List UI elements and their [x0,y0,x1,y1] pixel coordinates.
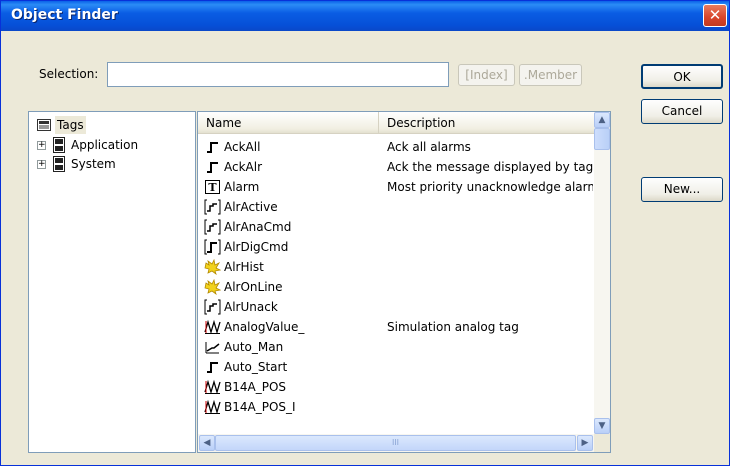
scroll-right-button[interactable]: ▶ [577,435,593,451]
list-item[interactable]: AlrAnaCmd [198,217,594,237]
tag-name: AnalogValue_ [224,320,305,334]
tag-name: AlrDigCmd [224,240,289,254]
close-button[interactable]: ✕ [703,4,727,27]
list-item[interactable]: AlrActive [198,197,594,217]
list-item[interactable]: AnalogValue_ Simulation analog tag [198,317,594,337]
tag-name: Auto_Start [224,360,288,374]
list-item[interactable]: AlrHist [198,257,594,277]
tag-name: Auto_Man [224,340,284,354]
module-icon [53,137,65,153]
new-button[interactable]: New... [641,177,723,202]
chevron-down-icon: ▼ [598,421,606,431]
horizontal-scroll-thumb[interactable]: III [215,435,576,451]
tag-name: AckAlr [224,160,263,174]
tag-description: Most priority unacknowledge alarm [387,180,593,194]
tag-name: AlrUnack [224,300,278,314]
list-item[interactable]: B14A_POS_I [198,397,594,417]
tag-name: AlrOnLine [224,280,283,294]
scroll-left-button[interactable]: ◀ [199,435,215,451]
expand-icon[interactable]: + [37,141,46,150]
vertical-scroll-thumb[interactable] [594,128,610,150]
tag-name: AlrActive [224,200,278,214]
scroll-down-button[interactable]: ▼ [594,418,610,434]
tag-tree[interactable]: Tags + Application + System [28,111,196,453]
tag-name: AckAll [224,140,261,154]
selection-input[interactable] [107,62,449,87]
horizontal-scrollbar[interactable]: ◀ III ▶ [198,434,594,452]
tree-root-label: Tags [55,116,86,134]
tag-folder-icon [37,119,51,131]
title-bar[interactable]: Object Finder ✕ [1,1,729,31]
tag-description: Ack the message displayed by tag ". [387,160,593,174]
tag-list[interactable]: Name Description AckAll Ack all alarms Ack… [197,111,611,453]
chevron-up-icon: ▲ [598,115,606,125]
tag-description: Simulation analog tag [387,320,519,334]
list-item[interactable]: T Alarm Most priority unacknowledge alarm [198,177,594,197]
chevron-right-icon: ▶ [581,438,589,448]
cancel-button[interactable]: Cancel [641,99,723,124]
svg-text:T: T [208,181,217,194]
column-header-description[interactable]: Description [378,112,594,134]
list-item[interactable]: Auto_Man [198,337,594,357]
list-item[interactable]: AckAll Ack all alarms [198,137,594,157]
object-finder-window: Object Finder ✕ Selection: [Index] .Memb… [0,0,730,466]
selection-label: Selection: [39,67,99,81]
tag-name: B14A_POS_I [224,400,296,414]
list-item[interactable]: Auto_Start [198,357,594,377]
close-icon: ✕ [708,6,722,24]
tree-item-label: System [71,157,116,171]
window-title: Object Finder [11,7,118,23]
chevron-left-icon: ◀ [203,438,211,448]
ok-button[interactable]: OK [641,64,723,89]
tag-name: Alarm [224,180,260,194]
expand-icon[interactable]: + [37,160,46,169]
index-button[interactable]: [Index] [458,64,515,86]
list-item[interactable]: AlrUnack [198,297,594,317]
module-icon [53,156,65,172]
tag-name: AlrAnaCmd [224,220,292,234]
list-item[interactable]: AckAlr Ack the message displayed by tag "… [198,157,594,177]
vertical-scrollbar[interactable]: ▲ ▼ [594,112,610,434]
member-button[interactable]: .Member [519,64,582,86]
tag-description: Ack all alarms [387,140,471,154]
grip-icon: III [391,438,400,447]
list-item[interactable]: AlrDigCmd [198,237,594,257]
tree-item-label: Application [71,138,139,152]
list-item[interactable]: AlrOnLine [198,277,594,297]
scroll-up-button[interactable]: ▲ [594,112,610,128]
tag-name: AlrHist [224,260,264,274]
list-body: AckAll Ack all alarms AckAlr Ack the messag… [198,137,594,429]
tag-name: B14A_POS [224,380,287,394]
column-header-name[interactable]: Name [198,112,378,134]
scroll-corner [594,434,610,452]
list-item[interactable]: B14A_POS [198,377,594,397]
